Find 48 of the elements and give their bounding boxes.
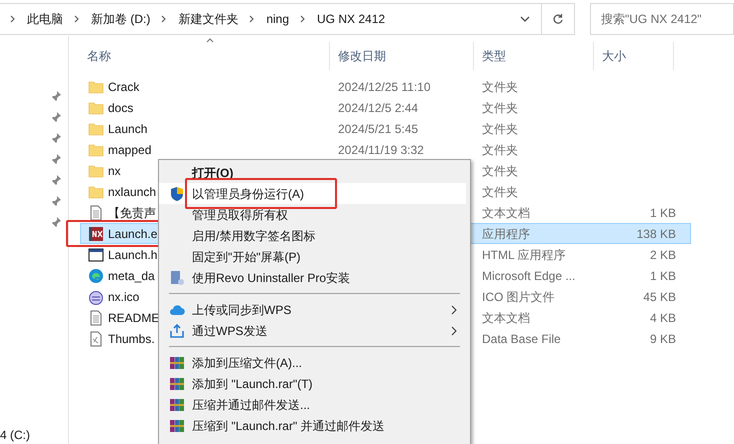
- file-type: HTML 应用程序: [482, 248, 566, 262]
- file-type: ICO 图片文件: [482, 290, 555, 304]
- file-type: 文本文档: [482, 310, 530, 324]
- menu-item-label: 压缩到 "Launch.rar" 并通过邮件发送: [192, 418, 385, 434]
- menu-item-label: 上传或同步到WPS: [192, 302, 292, 318]
- modified-date: 2024/12/5 2:44: [338, 100, 418, 114]
- file-name: meta_da: [108, 268, 155, 284]
- file-type: 文件夹: [482, 184, 518, 198]
- file-name: Thumbs.: [108, 330, 155, 348]
- file-size: 2 KB: [650, 248, 676, 262]
- file-type: 文件夹: [482, 164, 518, 178]
- file-name: Crack: [108, 78, 140, 96]
- file-type: 文件夹: [482, 122, 518, 136]
- menu-item-label: 添加到 "Launch.rar"(T): [192, 376, 313, 392]
- menu-item-label: 固定到"开始"屏幕(P): [192, 248, 301, 266]
- menu-item-label: 添加到压缩文件(A)...: [192, 354, 302, 372]
- file-name: README: [108, 310, 160, 326]
- file-name: Launch: [108, 120, 148, 138]
- file-type: 应用程序: [482, 226, 530, 240]
- menu-item-label: 以管理员身份运行(A): [192, 186, 304, 202]
- file-type: Microsoft Edge ...: [482, 268, 576, 282]
- file-size: 1 KB: [650, 206, 676, 220]
- file-size: 1 KB: [650, 268, 676, 282]
- file-name: nxlaunch: [108, 184, 156, 200]
- file-name: docs: [108, 100, 134, 116]
- modified-date: 2024/5/21 5:45: [338, 122, 418, 136]
- menu-item-label: 通过WPS发送: [192, 322, 268, 340]
- file-name: Launch.e: [108, 226, 158, 242]
- file-name: 【免责声: [108, 204, 156, 222]
- file-name: nx.ico: [108, 288, 140, 306]
- modified-date: 2024/12/25 11:10: [338, 80, 431, 94]
- file-size: 4 KB: [650, 310, 676, 324]
- file-size: 45 KB: [643, 290, 676, 304]
- file-type: 文件夹: [482, 80, 518, 94]
- file-name: nx: [108, 162, 121, 180]
- modified-date: 2024/11/19 3:32: [338, 142, 424, 156]
- menu-item-label: 压缩并通过邮件发送...: [192, 396, 310, 414]
- file-name: mapped: [108, 142, 152, 158]
- file-type: 文件夹: [482, 100, 518, 114]
- menu-item-label: 管理员取得所有权: [192, 206, 288, 224]
- file-size: 9 KB: [650, 332, 676, 346]
- menu-item-label: 启用/禁用数字签名图标: [192, 228, 316, 244]
- file-size: 138 KB: [636, 226, 676, 240]
- file-type: 文件夹: [482, 142, 518, 156]
- file-name: Launch.h: [108, 246, 158, 264]
- file-type: Data Base File: [482, 332, 561, 346]
- menu-item-label: 使用Revo Uninstaller Pro安装: [192, 270, 350, 286]
- file-type: 文本文档: [482, 206, 530, 220]
